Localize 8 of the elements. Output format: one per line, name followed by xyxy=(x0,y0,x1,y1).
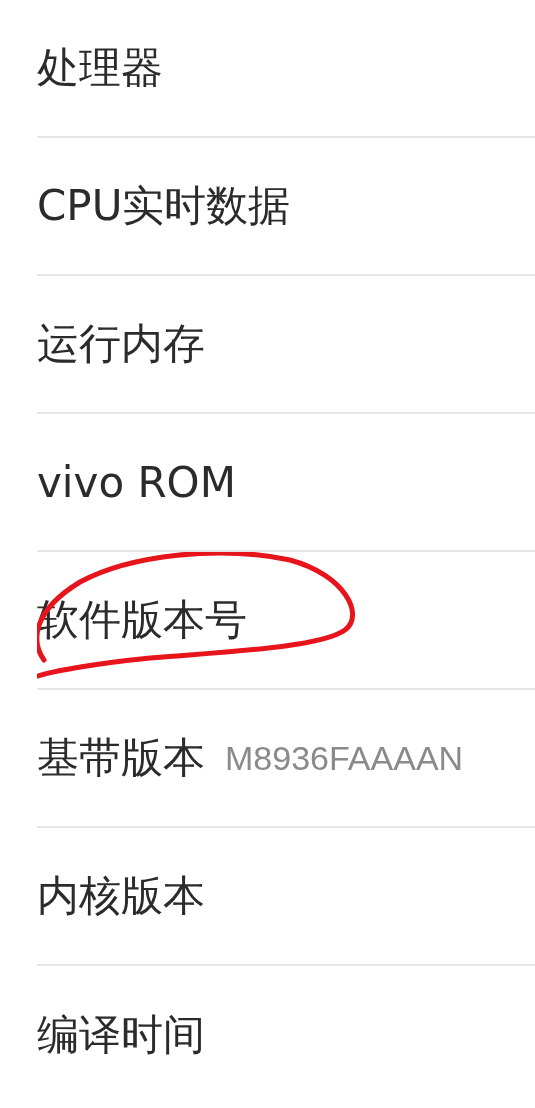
setting-value: M8936FAAAAN xyxy=(225,738,464,778)
setting-label[interactable]: 编译时间 xyxy=(37,1007,205,1063)
setting-label[interactable]: 基带版本 xyxy=(37,730,205,786)
setting-label[interactable]: 内核版本 xyxy=(37,868,205,924)
setting-label[interactable]: vivo ROM xyxy=(37,457,236,507)
setting-label[interactable]: 处理器 xyxy=(37,40,163,96)
setting-label[interactable]: CPU实时数据 xyxy=(37,178,291,234)
setting-label[interactable]: 运行内存 xyxy=(37,316,205,372)
